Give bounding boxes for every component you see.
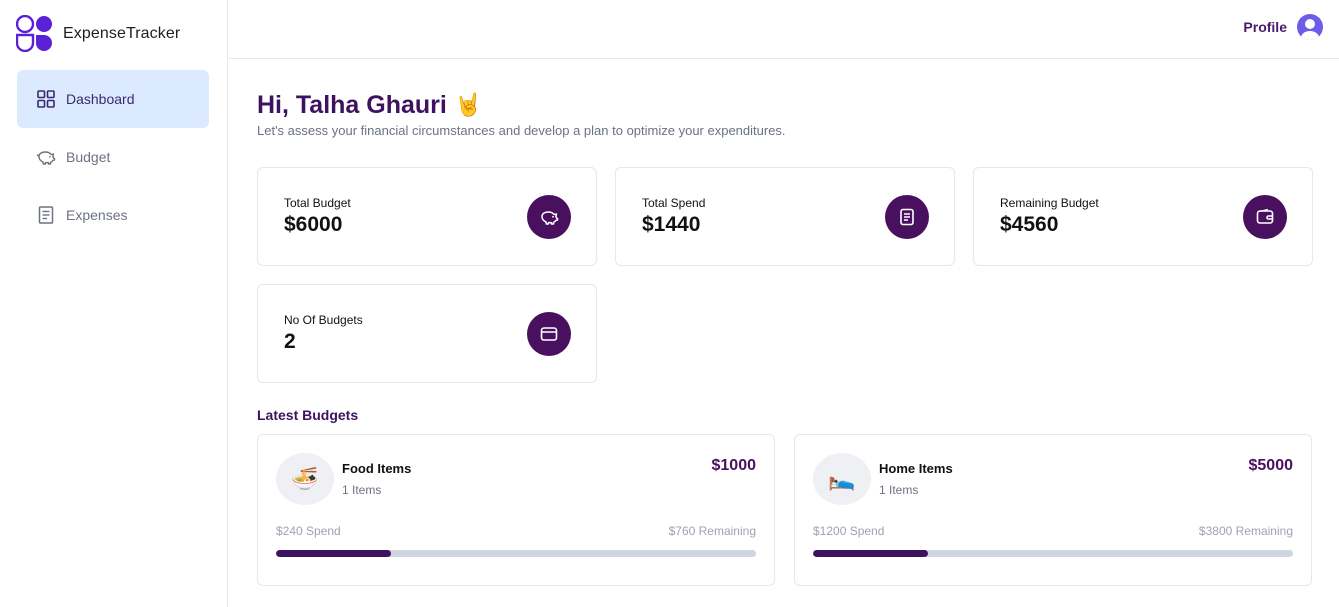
dashboard-grid-icon <box>37 90 55 108</box>
sidebar: ExpenseTracker Dashboard Budget Expenses <box>0 0 228 607</box>
stat-value: $6000 <box>284 213 343 236</box>
piggy-bank-icon <box>527 195 571 239</box>
budget-remaining: $3800 Remaining <box>1198 524 1293 538</box>
stat-card-remaining-budget: Remaining Budget $4560 <box>973 167 1313 266</box>
stat-value: $4560 <box>1000 213 1059 236</box>
piggy-bank-icon <box>36 151 56 165</box>
budget-item-count: 1 Items <box>342 483 382 497</box>
wallet-icon <box>527 312 571 356</box>
receipt-icon <box>38 206 54 224</box>
noodles-emoji-icon: 🍜 <box>276 453 334 505</box>
sidebar-item-budget[interactable]: Budget <box>17 128 209 186</box>
budget-remaining: $760 Remaining <box>668 524 756 538</box>
page-subtitle: Let's assess your financial circumstance… <box>257 123 786 138</box>
app-logo[interactable]: ExpenseTracker <box>16 15 180 52</box>
profile-menu[interactable]: Profile <box>1243 14 1323 40</box>
budget-item-count: 1 Items <box>879 483 919 497</box>
sidebar-item-label: Expenses <box>66 207 128 223</box>
budget-progress-fill <box>276 550 392 557</box>
stat-label: Total Budget <box>284 196 351 210</box>
sidebar-item-label: Dashboard <box>66 91 135 107</box>
budget-spend: $240 Spend <box>276 524 341 538</box>
app-name: ExpenseTracker <box>63 24 181 42</box>
stat-card-total-spend: Total Spend $1440 <box>615 167 955 266</box>
top-header: Profile <box>229 0 1339 59</box>
budget-name: Food Items <box>342 461 412 476</box>
sidebar-item-expenses[interactable]: Expenses <box>17 186 209 244</box>
greeting-text: Hi, Talha Ghauri <box>257 90 447 119</box>
stat-label: Total Spend <box>642 196 706 210</box>
rock-hand-icon: 🤘 <box>454 92 483 117</box>
budget-spend: $1200 Spend <box>813 524 885 538</box>
page-title: Hi, Talha Ghauri 🤘 <box>257 88 1312 122</box>
receipt-icon <box>885 195 929 239</box>
dashboard-main: Hi, Talha Ghauri 🤘 Let's assess your fin… <box>257 88 1313 586</box>
stat-value: $1440 <box>642 213 701 236</box>
sidebar-nav: Dashboard Budget Expenses <box>17 70 209 244</box>
budget-amount: $1000 <box>711 457 757 474</box>
budget-name: Home Items <box>879 461 953 476</box>
stat-value: 2 <box>284 330 296 353</box>
sidebar-item-dashboard[interactable]: Dashboard <box>17 70 209 128</box>
logo-icon <box>16 15 52 52</box>
stat-label: No Of Budgets <box>284 313 363 327</box>
app-root: ExpenseTracker Dashboard Budget Expenses… <box>0 0 1339 607</box>
wallet-icon <box>1243 195 1287 239</box>
sidebar-item-label: Budget <box>66 149 111 165</box>
budget-progress-track <box>813 550 1293 557</box>
budget-amount: $5000 <box>1248 457 1294 474</box>
stat-card-total-budget: Total Budget $6000 <box>257 167 597 266</box>
stat-card-no-of-budgets: No Of Budgets 2 <box>257 284 597 383</box>
budget-card-food-items[interactable]: 🍜 Food Items 1 Items $1000 $240 Spend $7… <box>257 434 775 586</box>
budget-progress-fill <box>813 550 929 557</box>
budget-progress-track <box>276 550 756 557</box>
profile-label[interactable]: Profile <box>1243 19 1287 35</box>
bed-emoji-icon: 🛌 <box>813 453 871 505</box>
user-avatar-icon[interactable] <box>1297 14 1323 40</box>
stat-label: Remaining Budget <box>1000 196 1099 210</box>
latest-budgets-title: Latest Budgets <box>257 407 359 423</box>
budget-card-home-items[interactable]: 🛌 Home Items 1 Items $5000 $1200 Spend $… <box>794 434 1312 586</box>
